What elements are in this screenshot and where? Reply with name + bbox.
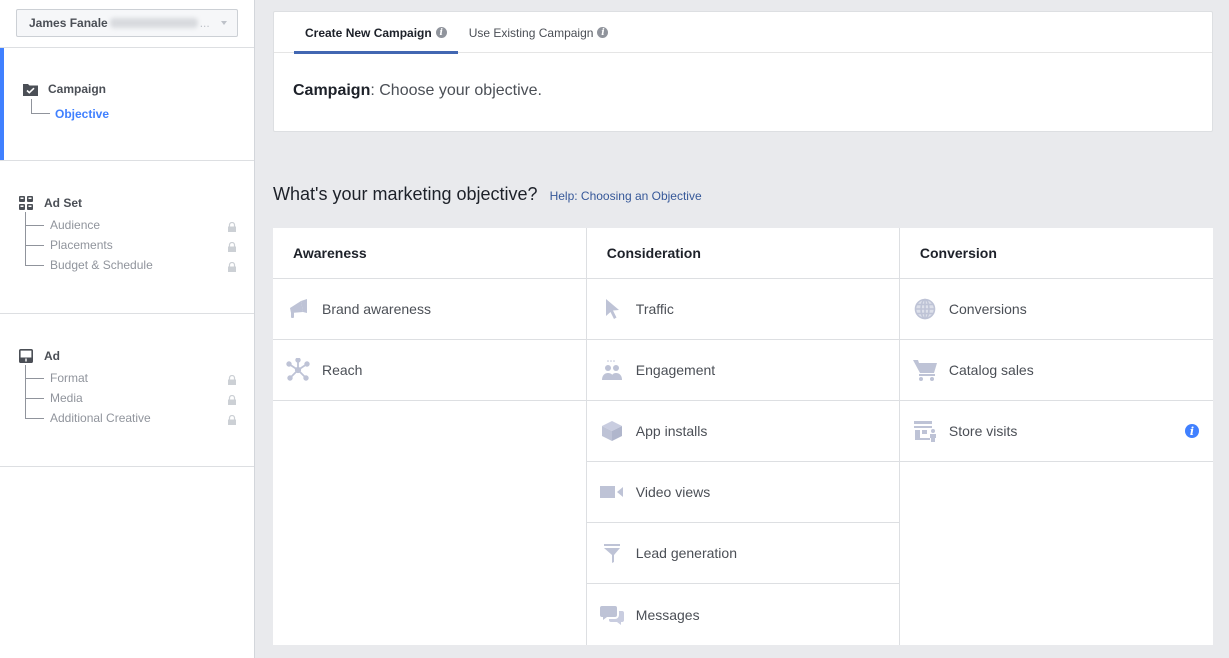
objective-label: Catalog sales xyxy=(948,362,1034,378)
objective-label: Conversions xyxy=(948,301,1027,317)
sidebar-section-title: Ad xyxy=(44,349,60,363)
account-name: James Fanale xyxy=(29,16,108,30)
sidebar-item-label: Objective xyxy=(55,106,110,121)
objective-catalog-sales[interactable]: Catalog sales xyxy=(899,340,1213,401)
lock-icon xyxy=(228,262,236,272)
objective-label: Store visits xyxy=(948,423,1018,439)
campaign-panel: Create New Campaign i Use Existing Campa… xyxy=(273,11,1213,132)
campaign-step-title: Campaign: Choose your objective. xyxy=(293,82,542,100)
column-header: Awareness xyxy=(273,228,586,279)
chevron-down-icon xyxy=(221,21,227,25)
store-icon xyxy=(913,419,937,443)
help-link[interactable]: Help: Choosing an Objective xyxy=(550,189,702,203)
megaphone-icon xyxy=(286,297,310,321)
sidebar-item-media[interactable]: Media xyxy=(25,391,83,405)
objective-heading: What's your marketing objective? Help: C… xyxy=(273,184,702,205)
grid-icon xyxy=(18,195,34,211)
sidebar-section-ad[interactable]: Ad Format Media Additional Creative xyxy=(0,314,254,467)
campaign-instruction: : Choose your objective. xyxy=(370,82,542,99)
tab-label: Use Existing Campaign xyxy=(468,25,594,40)
objective-lead-generation[interactable]: Lead generation xyxy=(586,523,899,584)
column-awareness: Awareness Brand awareness Reach xyxy=(273,228,587,645)
lock-icon xyxy=(228,222,236,232)
sidebar-section-header[interactable]: Campaign xyxy=(22,81,106,97)
objective-label: Video views xyxy=(635,484,711,500)
objective-label: Brand awareness xyxy=(322,301,431,317)
sidebar-section-campaign[interactable]: Campaign Objective xyxy=(0,48,254,161)
page-title: What's your marketing objective? xyxy=(273,184,538,204)
objective-grid: Awareness Brand awareness Reach Consider… xyxy=(273,228,1213,645)
column-header: Consideration xyxy=(586,228,899,279)
sidebar-section-title: Campaign xyxy=(48,82,107,96)
sidebar-item-objective[interactable]: Objective xyxy=(31,104,109,123)
sidebar-item-audience[interactable]: Audience xyxy=(25,218,100,232)
account-selector[interactable]: James Fanale ... xyxy=(16,9,238,37)
sidebar-section-header[interactable]: Ad Set xyxy=(18,195,82,211)
column-consideration: Consideration Traffic Engagement App ins… xyxy=(586,228,900,645)
video-camera-icon xyxy=(599,480,624,504)
sidebar-item-label: Additional Creative xyxy=(50,411,151,425)
lock-icon xyxy=(228,415,236,425)
cursor-icon xyxy=(600,297,624,321)
lock-icon xyxy=(228,242,236,252)
column-conversion: Conversion Conversions Catalog sales Sto… xyxy=(899,228,1213,645)
sidebar-section-header[interactable]: Ad xyxy=(18,348,60,364)
info-icon[interactable]: i xyxy=(435,27,447,38)
sidebar-item-label: Media xyxy=(50,391,83,405)
checkbox-folder-icon xyxy=(22,81,38,97)
ad-layout-icon xyxy=(18,348,34,364)
objective-traffic[interactable]: Traffic xyxy=(586,279,899,340)
sidebar-item-additional-creative[interactable]: Additional Creative xyxy=(25,411,151,425)
objective-conversions[interactable]: Conversions xyxy=(899,279,1213,340)
tab-use-existing-campaign[interactable]: Use Existing Campaign i xyxy=(458,12,620,53)
tab-label: Create New Campaign xyxy=(305,25,432,40)
info-icon[interactable]: i xyxy=(597,27,609,38)
campaign-tabs: Create New Campaign i Use Existing Campa… xyxy=(274,12,1212,54)
account-selector-wrap: James Fanale ... xyxy=(0,0,254,48)
objective-label: Traffic xyxy=(635,301,674,317)
sidebar: James Fanale ... Campaign Objective Ad S… xyxy=(0,0,255,658)
funnel-icon xyxy=(600,541,624,565)
objective-label: App installs xyxy=(635,423,708,439)
sidebar-item-format[interactable]: Format xyxy=(25,371,88,385)
reach-network-icon xyxy=(286,358,310,382)
objective-reach[interactable]: Reach xyxy=(273,340,586,401)
account-id-redacted xyxy=(109,18,198,28)
objective-engagement[interactable]: Engagement xyxy=(586,340,899,401)
objective-label: Engagement xyxy=(635,362,716,378)
objective-messages[interactable]: Messages xyxy=(587,584,899,645)
objective-video-views[interactable]: Video views xyxy=(586,462,899,523)
objective-app-installs[interactable]: App installs xyxy=(586,401,899,462)
globe-icon xyxy=(913,297,937,321)
sidebar-section-title: Ad Set xyxy=(44,196,83,210)
sidebar-section-ad-set[interactable]: Ad Set Audience Placements Budget & Sche… xyxy=(0,161,254,314)
cart-icon xyxy=(912,358,937,382)
lock-icon xyxy=(228,375,236,385)
sidebar-item-label: Format xyxy=(50,371,89,385)
objective-label: Messages xyxy=(635,606,700,623)
sidebar-item-label: Placements xyxy=(50,238,113,252)
account-ellipsis: ... xyxy=(199,16,210,30)
objective-store-visits[interactable]: Store visits i xyxy=(899,401,1213,462)
column-header: Conversion xyxy=(899,228,1213,279)
sidebar-item-budget-schedule[interactable]: Budget & Schedule xyxy=(25,258,153,272)
chat-bubbles-icon xyxy=(599,603,624,627)
objective-label: Reach xyxy=(322,362,363,378)
sidebar-item-label: Audience xyxy=(50,218,101,232)
campaign-label: Campaign xyxy=(293,82,371,99)
box-icon xyxy=(600,419,624,443)
tab-create-new-campaign[interactable]: Create New Campaign i xyxy=(294,12,458,54)
sidebar-item-label: Budget & Schedule xyxy=(50,258,153,272)
info-icon[interactable]: i xyxy=(1185,424,1199,438)
sidebar-item-placements[interactable]: Placements xyxy=(25,238,113,252)
people-icon xyxy=(600,358,624,382)
lock-icon xyxy=(228,395,236,405)
objective-label: Lead generation xyxy=(635,545,737,561)
objective-brand-awareness[interactable]: Brand awareness xyxy=(273,279,586,340)
